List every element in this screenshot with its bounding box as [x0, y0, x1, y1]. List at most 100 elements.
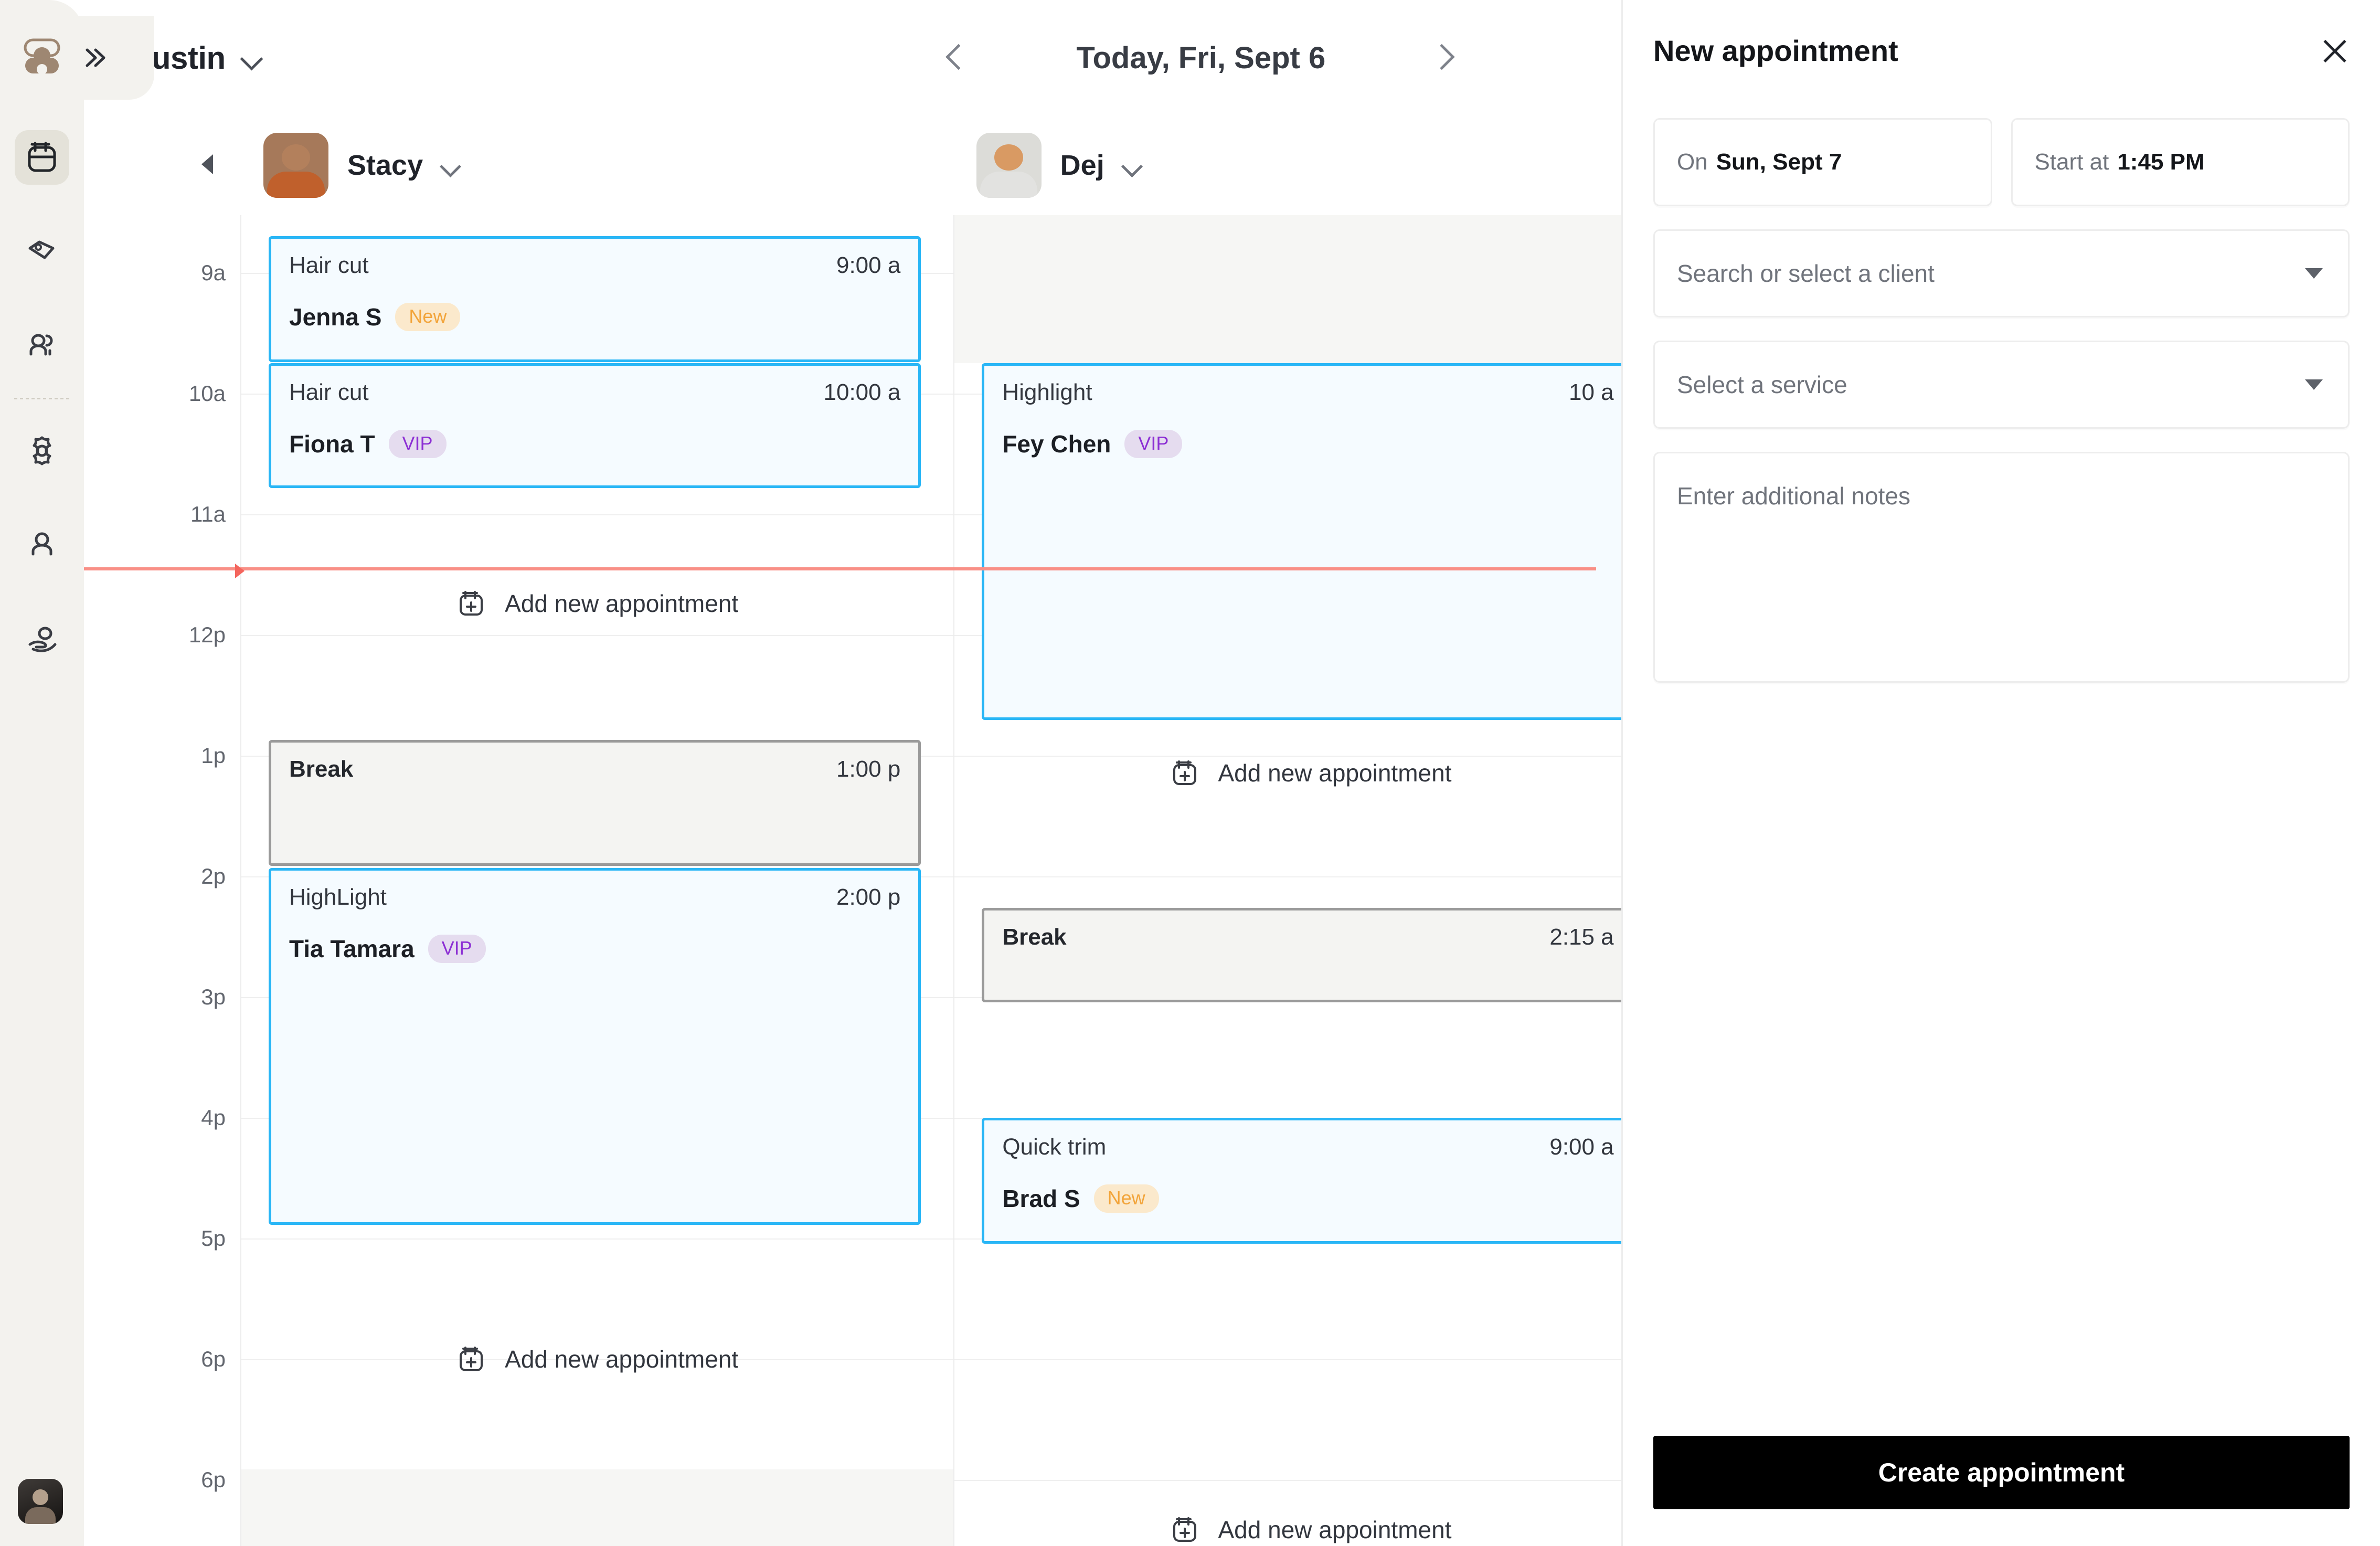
client-name: Fiona T	[289, 430, 375, 458]
grid-hour-line	[954, 1359, 1667, 1360]
status-badge: New	[395, 303, 461, 331]
calendar-plus-icon	[460, 1347, 483, 1371]
grid-hour-line	[241, 635, 954, 636]
chevron-down-icon	[241, 51, 264, 65]
time-prefix: Start at	[2034, 149, 2109, 175]
service-select[interactable]: Select a service	[1653, 341, 2350, 429]
appointment-service: Highlight	[1002, 379, 1092, 405]
appointment-time: 1:00 p	[836, 756, 901, 782]
break-block[interactable]: Break 2:15 a	[982, 908, 1634, 1002]
appointment-card[interactable]: HighLight 2:00 p Tia Tamara VIP	[269, 868, 921, 1225]
appointment-time: 9:00 a	[1549, 1134, 1614, 1160]
appointment-service: HighLight	[289, 884, 387, 910]
account-avatar[interactable]	[18, 1479, 63, 1524]
nav-item-list	[0, 110, 84, 687]
grid-hour-line	[954, 876, 1667, 877]
time-label: 6p	[201, 1467, 226, 1492]
calendar-plus-icon	[1173, 1517, 1196, 1542]
sidebar-item-tags[interactable]	[0, 205, 84, 299]
appointment-service: Quick trim	[1002, 1134, 1107, 1160]
sidebar-item-settings[interactable]	[0, 404, 84, 498]
unavailable-block	[241, 1469, 954, 1546]
brand-logo-icon[interactable]	[18, 33, 66, 81]
calendar-icon	[28, 142, 56, 172]
left-nav-rail	[0, 0, 154, 1546]
avatar	[263, 133, 328, 198]
appointment-header: Quick trim 9:00 a	[1002, 1134, 1613, 1160]
chevron-right-icon[interactable]	[1430, 43, 1460, 72]
time-label: 9a	[201, 260, 226, 285]
calendar-plus-icon	[1170, 758, 1199, 788]
appointment-client-row: Fiona T VIP	[289, 430, 900, 458]
break-block[interactable]: Break 1:00 p	[269, 740, 921, 866]
add-new-appointment-button[interactable]: Add new appointment	[241, 1344, 953, 1374]
appointment-header: Hair cut 9:00 a	[289, 252, 900, 279]
expand-sidebar-button[interactable]	[70, 16, 154, 100]
close-icon[interactable]	[2320, 36, 2350, 66]
chevron-down-icon	[1123, 159, 1144, 172]
date-prefix: On	[1677, 149, 1708, 175]
staff-header-stacy[interactable]: Stacy	[241, 115, 954, 215]
time-label: 4p	[201, 1105, 226, 1130]
panel-title: New appointment	[1653, 34, 1898, 67]
appointment-header: Highlight 10 a	[1002, 379, 1613, 406]
appointment-header: HighLight 2:00 p	[289, 884, 900, 910]
date-navigator: Today, Fri, Sept 6	[942, 40, 1460, 76]
appointment-service: Hair cut	[289, 252, 369, 278]
client-name: Brad S	[1002, 1185, 1080, 1212]
sidebar-item-calendar[interactable]	[0, 110, 84, 205]
add-new-appointment-button[interactable]: Add new appointment	[954, 1515, 1666, 1544]
sidebar-item-profile[interactable]	[0, 498, 84, 592]
client-name: Jenna S	[289, 303, 382, 331]
calendar-plus-icon	[456, 1344, 486, 1374]
appointment-service: Hair cut	[289, 379, 369, 405]
client-select[interactable]: Search or select a client	[1653, 229, 2350, 317]
sidebar-item-team[interactable]	[0, 299, 84, 394]
staff-name: Dej	[1060, 150, 1104, 181]
time-axis: 9a 10a 11a 12p 1p 2p 3p 4p 5p 6p 6p	[84, 215, 241, 1546]
collapse-left-icon[interactable]	[201, 154, 213, 174]
grid-hour-line	[241, 1238, 954, 1240]
add-new-appointment-button[interactable]: Add new appointment	[241, 589, 953, 618]
client-name: Fey Chen	[1002, 430, 1111, 458]
time-label: 10a	[188, 381, 226, 406]
day-column-dej: Highlight 10 a Fey Chen VIP Break 2:15 a Quick…	[954, 215, 1668, 1546]
date-value: Sun, Sept 7	[1716, 149, 1842, 175]
users-group-icon	[29, 334, 53, 356]
add-new-appointment-label: Add new appointment	[1218, 1516, 1452, 1543]
appointment-card[interactable]: Hair cut 10:00 a Fiona T VIP	[269, 363, 921, 488]
datetime-row: On Sun, Sept 7 Start at 1:45 PM	[1653, 118, 2350, 206]
appointment-card[interactable]: Highlight 10 a Fey Chen VIP	[982, 363, 1634, 720]
chevron-down-icon	[442, 159, 463, 172]
staff-name: Stacy	[347, 150, 423, 181]
appointment-header: Break 2:15 a	[1002, 924, 1613, 950]
notes-input[interactable]: Enter additional notes	[1653, 452, 2350, 683]
appointment-client-row: Fey Chen VIP	[1002, 430, 1613, 458]
add-new-appointment-button[interactable]: Add new appointment	[954, 758, 1666, 788]
caret-down-icon	[2305, 268, 2323, 279]
appointments-calendar-app: Austin Today, Fri, Sept 6 StacyDejJevin …	[0, 0, 2380, 1546]
status-badge: New	[1093, 1184, 1159, 1213]
time-label: 11a	[190, 502, 226, 526]
nav-divider	[14, 398, 70, 399]
appointment-card[interactable]: Hair cut 9:00 a Jenna S New	[269, 236, 921, 362]
create-appointment-button[interactable]: Create appointment	[1653, 1436, 2350, 1509]
appointment-time: 10:00 a	[823, 379, 901, 405]
appointment-card[interactable]: Quick trim 9:00 a Brad S New	[982, 1118, 1634, 1244]
service-select-placeholder: Select a service	[1677, 371, 1847, 398]
new-appointment-panel: New appointment On Sun, Sept 7 Start at …	[1621, 0, 2380, 1546]
add-new-appointment-label: Add new appointment	[505, 590, 739, 617]
appointment-time: 10 a	[1569, 379, 1614, 405]
tag-icon	[28, 240, 55, 259]
time-gutter-header	[84, 115, 241, 215]
notes-placeholder: Enter additional notes	[1677, 482, 1910, 510]
appointment-time-field[interactable]: Start at 1:45 PM	[2011, 118, 2350, 206]
chevron-left-icon[interactable]	[942, 43, 971, 72]
sidebar-item-clients[interactable]	[0, 592, 84, 687]
appointment-time: 2:15 a	[1549, 924, 1614, 950]
time-value: 1:45 PM	[2117, 149, 2205, 175]
appointment-date-field[interactable]: On Sun, Sept 7	[1653, 118, 1992, 206]
hand-user-icon	[28, 627, 57, 652]
staff-header-dej[interactable]: Dej	[954, 115, 1667, 215]
grid-hour-line	[954, 756, 1667, 757]
